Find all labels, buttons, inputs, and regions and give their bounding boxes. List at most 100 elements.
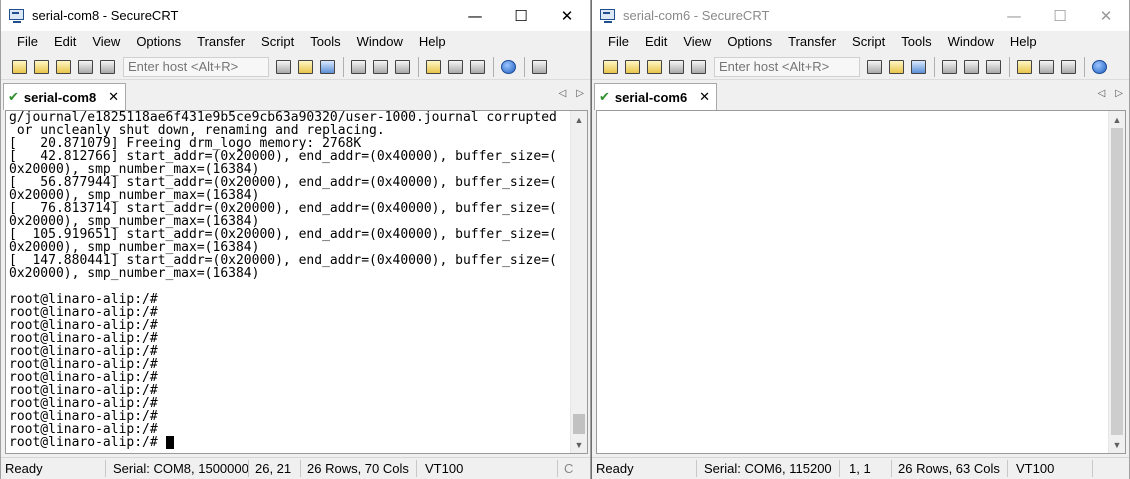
help-icon[interactable] bbox=[1089, 57, 1109, 77]
terminal-line: 0x20000), smp_number_max=(16384) bbox=[9, 266, 260, 281]
print-selection-icon[interactable] bbox=[370, 57, 390, 77]
tab-strip: ✔ serial-com6 ✕ ◁ ▷ bbox=[592, 82, 1129, 110]
paste-icon[interactable] bbox=[295, 57, 315, 77]
menu-view[interactable]: View bbox=[84, 31, 128, 53]
tab-scroll-left-icon[interactable]: ◁ bbox=[1098, 88, 1106, 99]
quick-connect-icon[interactable] bbox=[31, 57, 51, 77]
menu-window[interactable]: Window bbox=[940, 31, 1002, 53]
scroll-thumb[interactable] bbox=[1111, 128, 1123, 435]
session-options-icon[interactable] bbox=[423, 57, 443, 77]
menu-file[interactable]: File bbox=[9, 31, 46, 53]
connect-icon[interactable] bbox=[600, 57, 620, 77]
toolbar-separator bbox=[524, 56, 525, 77]
menu-options[interactable]: Options bbox=[719, 31, 780, 53]
minimize-button[interactable]: — bbox=[991, 0, 1037, 31]
toolbar-separator bbox=[418, 56, 419, 77]
menu-script[interactable]: Script bbox=[253, 31, 302, 53]
keymap-icon[interactable] bbox=[467, 57, 487, 77]
maximize-button[interactable]: ☐ bbox=[498, 0, 544, 31]
print-icon[interactable] bbox=[939, 57, 959, 77]
menu-edit[interactable]: Edit bbox=[637, 31, 675, 53]
terminal-view[interactable]: ▲ ▼ bbox=[596, 110, 1126, 454]
global-options-icon[interactable] bbox=[445, 57, 465, 77]
menu-script[interactable]: Script bbox=[844, 31, 893, 53]
tab-serial-com6[interactable]: ✔ serial-com6 ✕ bbox=[594, 83, 718, 110]
paste-icon[interactable] bbox=[886, 57, 906, 77]
help-icon[interactable] bbox=[498, 57, 518, 77]
maximize-button[interactable]: ☐ bbox=[1037, 0, 1083, 31]
status-separator bbox=[248, 460, 249, 477]
status-separator bbox=[891, 460, 892, 477]
tab-scroll-right-icon[interactable]: ▷ bbox=[1115, 88, 1123, 99]
connect-icon[interactable] bbox=[9, 57, 29, 77]
print-screen-icon[interactable] bbox=[983, 57, 1003, 77]
print-icon[interactable] bbox=[348, 57, 368, 77]
connect-in-tab-icon[interactable] bbox=[53, 57, 73, 77]
status-ready: Ready bbox=[596, 461, 634, 476]
close-button[interactable]: ✕ bbox=[1083, 0, 1129, 31]
reconnect-icon[interactable] bbox=[666, 57, 686, 77]
host-input[interactable] bbox=[714, 56, 860, 77]
global-options-icon[interactable] bbox=[1036, 57, 1056, 77]
scroll-down-icon[interactable]: ▼ bbox=[571, 436, 587, 453]
minimize-button[interactable]: — bbox=[452, 0, 498, 31]
vertical-scrollbar[interactable]: ▲ ▼ bbox=[570, 111, 587, 453]
status-separator bbox=[416, 460, 417, 477]
terminal-output: g/journal/e1825118ae6f431e9b5ce9cb63a903… bbox=[9, 111, 557, 449]
status-separator bbox=[1092, 460, 1093, 477]
menu-options[interactable]: Options bbox=[128, 31, 189, 53]
menu-transfer[interactable]: Transfer bbox=[780, 31, 844, 53]
scroll-up-icon[interactable]: ▲ bbox=[571, 111, 587, 128]
toolbar bbox=[592, 54, 1129, 80]
tab-label: serial-com8 bbox=[23, 89, 97, 105]
terminal-line: root@linaro-alip:/# bbox=[9, 436, 557, 449]
close-button[interactable]: ✕ bbox=[544, 0, 590, 31]
session-options-icon[interactable] bbox=[1014, 57, 1034, 77]
disconnect-icon[interactable] bbox=[688, 57, 708, 77]
window-layout-icon[interactable] bbox=[529, 57, 549, 77]
menu-help[interactable]: Help bbox=[1002, 31, 1045, 53]
tab-scroll-left-icon[interactable]: ◁ bbox=[559, 88, 567, 99]
title-bar[interactable]: serial-com6 - SecureCRT — ☐ ✕ bbox=[592, 0, 1129, 31]
keymap-icon[interactable] bbox=[1058, 57, 1078, 77]
scroll-up-icon[interactable]: ▲ bbox=[1109, 111, 1125, 128]
connected-check-icon: ✔ bbox=[8, 89, 19, 104]
menu-edit[interactable]: Edit bbox=[46, 31, 84, 53]
print-selection-icon[interactable] bbox=[961, 57, 981, 77]
copy-icon[interactable] bbox=[273, 57, 293, 77]
tab-close-icon[interactable]: ✕ bbox=[699, 89, 710, 105]
menu-tools[interactable]: Tools bbox=[893, 31, 939, 53]
terminal-view[interactable]: g/journal/e1825118ae6f431e9b5ce9cb63a903… bbox=[5, 110, 588, 454]
status-cursor-position: 1, 1 bbox=[849, 461, 871, 476]
connect-in-tab-icon[interactable] bbox=[644, 57, 664, 77]
status-emulation: VT100 bbox=[425, 461, 464, 476]
host-input[interactable] bbox=[123, 56, 269, 77]
find-icon[interactable] bbox=[908, 57, 928, 77]
tab-label: serial-com6 bbox=[614, 89, 688, 105]
quick-connect-icon[interactable] bbox=[622, 57, 642, 77]
disconnect-icon[interactable] bbox=[97, 57, 117, 77]
status-separator bbox=[839, 460, 840, 477]
print-screen-icon[interactable] bbox=[392, 57, 412, 77]
toolbar-separator bbox=[493, 56, 494, 77]
status-separator bbox=[557, 460, 558, 477]
tab-serial-com8[interactable]: ✔ serial-com8 ✕ bbox=[3, 83, 127, 110]
vertical-scrollbar[interactable]: ▲ ▼ bbox=[1108, 111, 1125, 453]
scroll-thumb[interactable] bbox=[573, 414, 585, 434]
reconnect-icon[interactable] bbox=[75, 57, 95, 77]
find-icon[interactable] bbox=[317, 57, 337, 77]
menu-transfer[interactable]: Transfer bbox=[189, 31, 253, 53]
tab-close-icon[interactable]: ✕ bbox=[108, 89, 119, 105]
copy-icon[interactable] bbox=[864, 57, 884, 77]
menu-view[interactable]: View bbox=[675, 31, 719, 53]
title-bar[interactable]: serial-com8 - SecureCRT — ☐ ✕ bbox=[1, 0, 590, 31]
menu-file[interactable]: File bbox=[600, 31, 637, 53]
tab-scroll-right-icon[interactable]: ▷ bbox=[576, 88, 584, 99]
menu-window[interactable]: Window bbox=[349, 31, 411, 53]
menu-tools[interactable]: Tools bbox=[302, 31, 348, 53]
status-terminal-size: 26 Rows, 63 Cols bbox=[898, 461, 1000, 476]
menu-help[interactable]: Help bbox=[411, 31, 454, 53]
toolbar bbox=[1, 54, 590, 80]
scroll-down-icon[interactable]: ▼ bbox=[1109, 436, 1125, 453]
status-connection: Serial: COM6, 115200 bbox=[704, 461, 832, 476]
